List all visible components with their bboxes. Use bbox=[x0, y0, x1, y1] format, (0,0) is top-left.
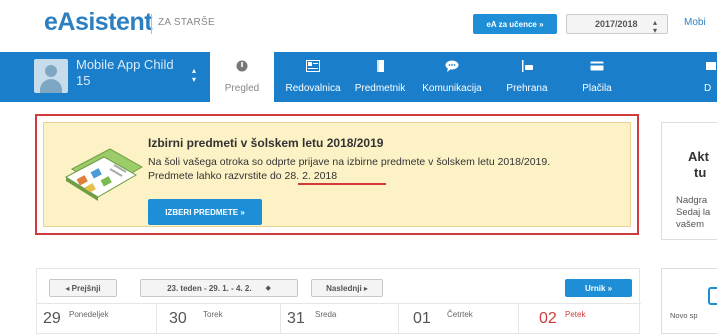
book-icon bbox=[377, 60, 384, 72]
nav-item-placila[interactable]: Plačila bbox=[566, 52, 628, 102]
gauge-icon bbox=[236, 60, 248, 72]
top-header: eAsistent ZA STARŠE eA za učence » 2017/… bbox=[0, 0, 717, 48]
side-card-title: Akt tu bbox=[688, 149, 709, 180]
alert-panel: Izbirni predmeti v šolskem letu 2018/201… bbox=[43, 122, 631, 227]
previous-week-button[interactable]: ◂ Prejšnji bbox=[49, 279, 117, 297]
ea-za-ucence-button[interactable]: eA za učence » bbox=[473, 14, 557, 34]
nav-item-redovalnica[interactable]: Redovalnica bbox=[280, 52, 346, 102]
day-name: Četrtek bbox=[447, 310, 473, 319]
day-name: Petek bbox=[565, 310, 586, 319]
nav-label: Prehrana bbox=[506, 83, 548, 94]
nav-item-prehrana[interactable]: Prehrana bbox=[492, 52, 562, 102]
elective-subjects-alert: Izbirni predmeti v šolskem letu 2018/201… bbox=[35, 114, 639, 235]
nav-label: Komunikacija bbox=[422, 83, 482, 94]
day-number: 01 bbox=[413, 310, 431, 327]
day-number: 29 bbox=[43, 310, 61, 327]
nav-item-pregled[interactable]: Pregled bbox=[210, 52, 274, 102]
add-icon bbox=[708, 287, 717, 305]
nav-label: Redovalnica bbox=[285, 83, 341, 94]
day-name: Sreda bbox=[315, 310, 337, 319]
day-name: Ponedeljek bbox=[69, 310, 109, 319]
week-select[interactable]: 23. teden - 29. 1. - 4. 2. ◆ bbox=[140, 279, 298, 297]
select-arrows-icon: ◆ bbox=[265, 285, 271, 292]
calendar-day[interactable]: 01 Četrtek bbox=[399, 303, 519, 334]
child-avatar-icon bbox=[34, 59, 68, 93]
alert-message: Na šoli vašega otroka so odprte prijave … bbox=[148, 156, 551, 182]
calendar-day[interactable]: 02 Petek bbox=[519, 303, 641, 334]
choose-subjects-button[interactable]: IZBERI PREDMETE » bbox=[148, 199, 262, 225]
deadline-underline bbox=[298, 183, 386, 185]
side-card-text: Nadgra Sedaj la vašem bbox=[676, 195, 711, 230]
alert-title: Izbirni predmeti v šolskem letu 2018/201… bbox=[148, 136, 384, 150]
week-calendar: ◂ Prejšnji 23. teden - 29. 1. - 4. 2. ◆ … bbox=[36, 268, 641, 334]
select-arrows-icon: ▴ ▾ bbox=[652, 18, 657, 35]
day-name: Torek bbox=[203, 310, 223, 319]
timetable-button[interactable]: Urnik » bbox=[565, 279, 632, 297]
food-icon bbox=[522, 60, 533, 72]
school-year-value: 2017/2018 bbox=[595, 19, 638, 29]
child-name: Mobile App Child 15 bbox=[76, 57, 174, 88]
day-number: 02 bbox=[539, 310, 557, 327]
nav-item-komunikacija[interactable]: Komunikacija bbox=[414, 52, 490, 102]
child-selector[interactable]: Mobile App Child 15 ▴ ▾ bbox=[20, 52, 210, 102]
nav-item-d[interactable]: D bbox=[696, 52, 717, 102]
app-logo[interactable]: eAsistent bbox=[44, 8, 153, 37]
nav-item-predmetnik[interactable]: Predmetnik bbox=[348, 52, 412, 102]
calendar-day[interactable]: 30 Torek bbox=[157, 303, 281, 334]
nav-label: Plačila bbox=[582, 83, 612, 94]
next-week-button[interactable]: Naslednji ▸ bbox=[311, 279, 383, 297]
new-event-label: Novo sp bbox=[670, 311, 698, 320]
chat-bubble-icon bbox=[445, 60, 459, 72]
elective-subjects-illustration-icon bbox=[64, 148, 144, 201]
week-select-value: 23. teden - 29. 1. - 4. 2. bbox=[167, 283, 252, 293]
calendar-day[interactable]: 31 Sreda bbox=[281, 303, 399, 334]
day-number: 31 bbox=[287, 310, 305, 327]
nav-label: D bbox=[704, 83, 712, 94]
school-year-select[interactable]: 2017/2018 ▴ ▾ bbox=[566, 14, 668, 35]
logo-divider bbox=[151, 14, 152, 34]
nav-label: Pregled bbox=[224, 83, 260, 94]
new-event-card[interactable]: Novo sp bbox=[661, 268, 717, 334]
main-nav: Mobile App Child 15 ▴ ▾ Pregled Redovalni… bbox=[0, 52, 717, 102]
day-number: 30 bbox=[169, 310, 187, 327]
child-select-arrows-icon: ▴ ▾ bbox=[192, 66, 197, 84]
side-news-card: Akt tu Nadgra Sedaj la vašem bbox=[661, 122, 717, 240]
nav-label: Predmetnik bbox=[354, 83, 406, 94]
calendar-day[interactable]: 29 Ponedeljek bbox=[37, 303, 157, 334]
gradebook-icon bbox=[306, 60, 320, 72]
nav-d-icon bbox=[706, 62, 716, 70]
logo-subtitle: ZA STARŠE bbox=[158, 17, 215, 28]
mobile-link[interactable]: Mobi bbox=[684, 17, 706, 28]
card-icon bbox=[590, 61, 604, 71]
